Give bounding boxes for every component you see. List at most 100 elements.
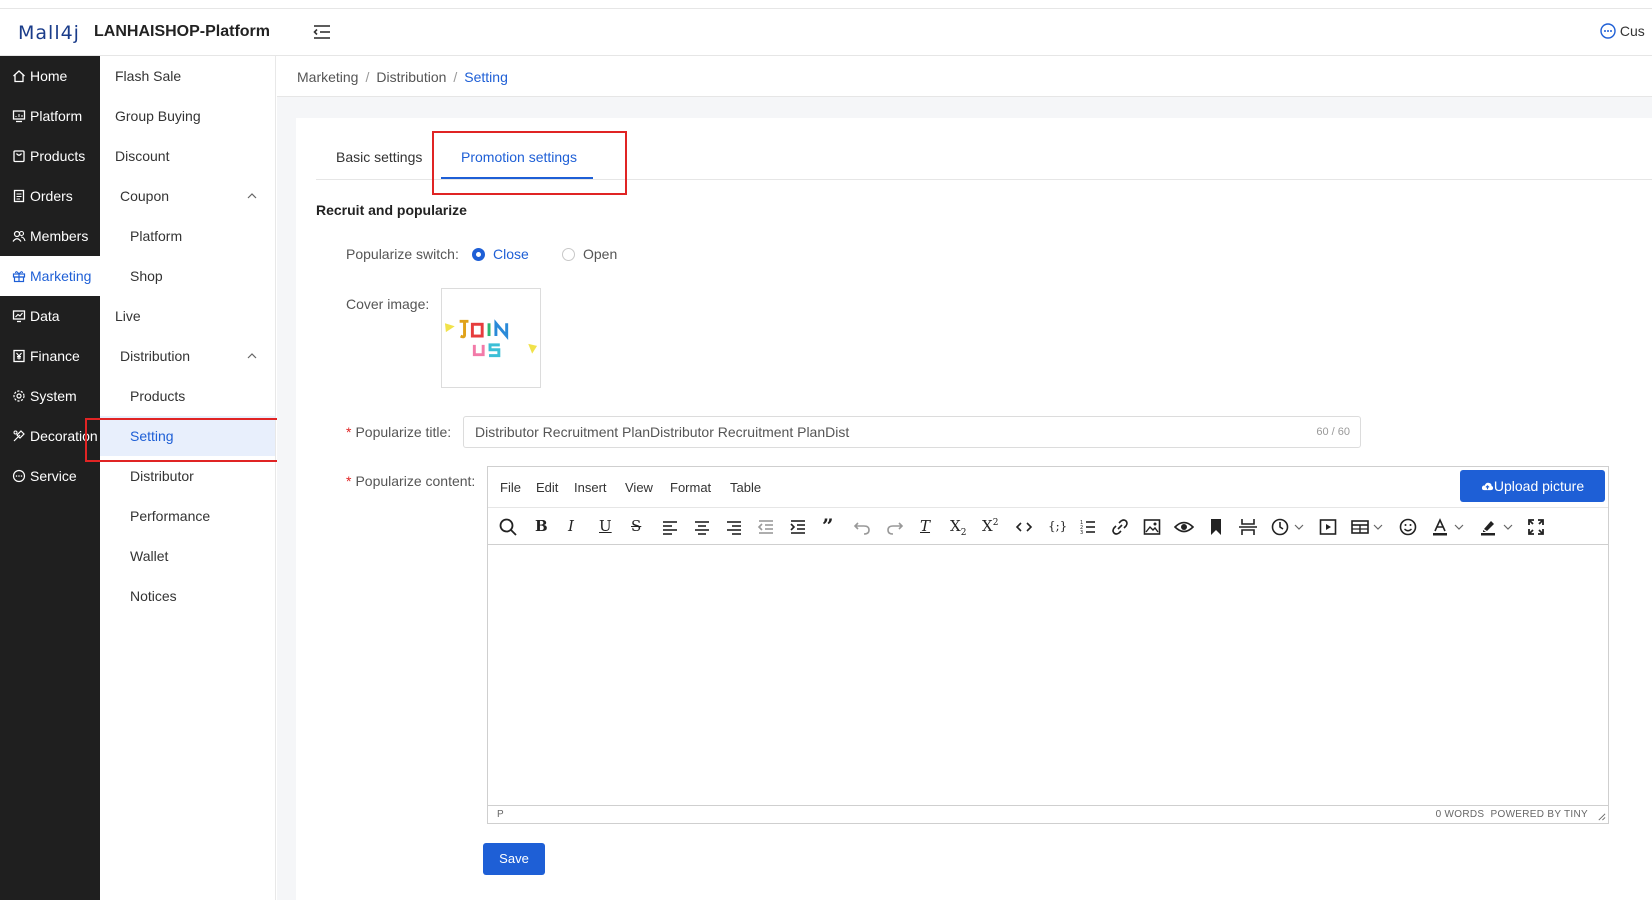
customer-service-link[interactable]: Cus	[1600, 23, 1645, 39]
subnav-item-live[interactable]: Live	[100, 296, 275, 336]
emoji-icon[interactable]	[1398, 517, 1418, 537]
nav-item-members[interactable]: Members	[0, 216, 100, 256]
element-path[interactable]: P	[497, 809, 504, 820]
bold-icon[interactable]: B	[535, 517, 548, 535]
breadcrumb-item[interactable]: Distribution	[376, 69, 446, 85]
code-icon[interactable]	[1014, 517, 1034, 537]
menu-table[interactable]: Table	[730, 480, 761, 495]
superscript-icon[interactable]: X2	[982, 517, 998, 535]
align-center-icon[interactable]	[692, 517, 712, 537]
strikethrough-icon[interactable]: S	[631, 517, 641, 535]
content-label: * Popularize content:	[346, 473, 476, 489]
subnav-item-wallet[interactable]: Wallet	[100, 536, 275, 576]
resize-handle-icon[interactable]	[1597, 812, 1606, 821]
code-sample-icon[interactable]: {;}	[1048, 519, 1067, 533]
table-icon[interactable]	[1350, 517, 1370, 537]
breadcrumb-item[interactable]: Marketing	[297, 69, 358, 85]
menu-edit[interactable]: Edit	[536, 480, 558, 495]
nav-item-label: Platform	[30, 108, 83, 124]
clock-icon[interactable]	[1270, 517, 1290, 537]
underline-icon[interactable]: U	[599, 517, 612, 535]
breadcrumb: Marketing / Distribution / Setting	[297, 69, 508, 85]
rich-text-editor: File Edit Insert View Format Table Uploa…	[487, 466, 1609, 824]
preview-icon[interactable]	[1173, 517, 1195, 537]
italic-icon[interactable]: I	[568, 517, 574, 535]
home-icon	[13, 70, 25, 83]
outdent-icon[interactable]	[756, 517, 776, 537]
subnav-item-distribution-products[interactable]: Products	[100, 376, 275, 416]
customer-service-label: Cus	[1619, 23, 1645, 39]
title-char-counter: 60 / 60	[1316, 426, 1350, 438]
fullscreen-icon[interactable]	[1526, 517, 1546, 537]
highlight-icon[interactable]	[1478, 517, 1498, 537]
save-button[interactable]: Save	[483, 843, 545, 875]
subnav-item-distributor[interactable]: Distributor	[100, 456, 275, 496]
search-icon[interactable]	[498, 517, 518, 537]
nav-item-decoration[interactable]: Decoration	[0, 416, 100, 456]
nav-item-orders[interactable]: Orders	[0, 176, 100, 216]
redo-icon[interactable]	[885, 517, 905, 537]
radio-label: Open	[583, 246, 618, 262]
menu-format[interactable]: Format	[670, 480, 711, 495]
chevron-down-icon[interactable]	[1294, 522, 1304, 532]
editor-content-area[interactable]	[488, 545, 1608, 807]
cover-image[interactable]	[441, 288, 541, 388]
tab-promotion-settings[interactable]: Promotion settings	[461, 149, 577, 165]
menu-insert[interactable]: Insert	[574, 480, 607, 495]
bookmark-icon[interactable]	[1206, 517, 1226, 537]
font-color-icon[interactable]	[1430, 517, 1450, 537]
subnav-item-coupon-platform[interactable]: Platform	[100, 216, 275, 256]
nav-item-home[interactable]: Home	[0, 56, 100, 96]
subnav-item-setting[interactable]: Setting	[100, 416, 275, 456]
media-icon[interactable]	[1318, 517, 1338, 537]
chevron-down-icon[interactable]	[1454, 522, 1464, 532]
indent-icon[interactable]	[788, 517, 808, 537]
clear-format-icon[interactable]: T	[920, 517, 930, 535]
menu-file[interactable]: File	[500, 480, 521, 495]
editor-toolbar: B I U S ” T X2 X2 {;} 123	[488, 507, 1608, 545]
popularize-title-input[interactable]: Distributor Recruitment PlanDistributor …	[463, 416, 1361, 448]
subnav-group-distribution[interactable]: Distribution	[100, 336, 275, 376]
menu-view[interactable]: View	[625, 480, 653, 495]
subscript-icon[interactable]: X2	[950, 517, 966, 538]
subnav-group-coupon[interactable]: Coupon	[100, 176, 275, 216]
nav-item-label: Home	[30, 68, 68, 84]
subnav-item-discount[interactable]: Discount	[100, 136, 275, 176]
nav-item-marketing[interactable]: Marketing	[0, 256, 100, 296]
collapse-menu-icon[interactable]	[312, 23, 332, 41]
cloud-upload-icon	[1481, 482, 1493, 491]
subnav-item-coupon-shop[interactable]: Shop	[100, 256, 275, 296]
align-left-icon[interactable]	[660, 517, 680, 537]
link-icon[interactable]	[1110, 517, 1130, 537]
image-icon[interactable]	[1142, 517, 1162, 537]
chevron-up-icon	[247, 353, 257, 359]
nav-item-system[interactable]: System	[0, 376, 100, 416]
numbered-list-icon[interactable]: 123	[1078, 517, 1098, 537]
svg-text:3: 3	[1080, 530, 1083, 536]
chevron-down-icon[interactable]	[1373, 522, 1383, 532]
subnav-item-flash-sale[interactable]: Flash Sale	[100, 56, 275, 96]
nav-item-products[interactable]: Products	[0, 136, 100, 176]
undo-icon[interactable]	[852, 517, 872, 537]
blockquote-icon[interactable]: ”	[822, 514, 834, 538]
chat-bubble-icon	[1600, 23, 1616, 39]
sub-nav: Flash Sale Group Buying Discount Coupon …	[100, 56, 276, 900]
subnav-item-group-buying[interactable]: Group Buying	[100, 96, 275, 136]
nav-item-finance[interactable]: Finance	[0, 336, 100, 376]
nav-item-label: Products	[30, 148, 86, 164]
nav-item-data[interactable]: Data	[0, 296, 100, 336]
document-icon	[13, 189, 25, 203]
upload-picture-button[interactable]: Upload picture	[1460, 470, 1605, 502]
tab-basic-settings[interactable]: Basic settings	[336, 149, 422, 165]
nav-item-platform[interactable]: Platform	[0, 96, 100, 136]
radio-close[interactable]: Close	[472, 246, 529, 262]
powered-by-link[interactable]: POWERED BY TINY	[1491, 809, 1588, 820]
chevron-down-icon[interactable]	[1503, 522, 1513, 532]
nav-item-service[interactable]: Service	[0, 456, 100, 496]
palette-icon	[13, 430, 25, 442]
align-right-icon[interactable]	[724, 517, 744, 537]
radio-open[interactable]: Open	[562, 246, 617, 262]
subnav-item-notices[interactable]: Notices	[100, 576, 275, 616]
page-break-icon[interactable]	[1238, 517, 1258, 537]
subnav-item-performance[interactable]: Performance	[100, 496, 275, 536]
